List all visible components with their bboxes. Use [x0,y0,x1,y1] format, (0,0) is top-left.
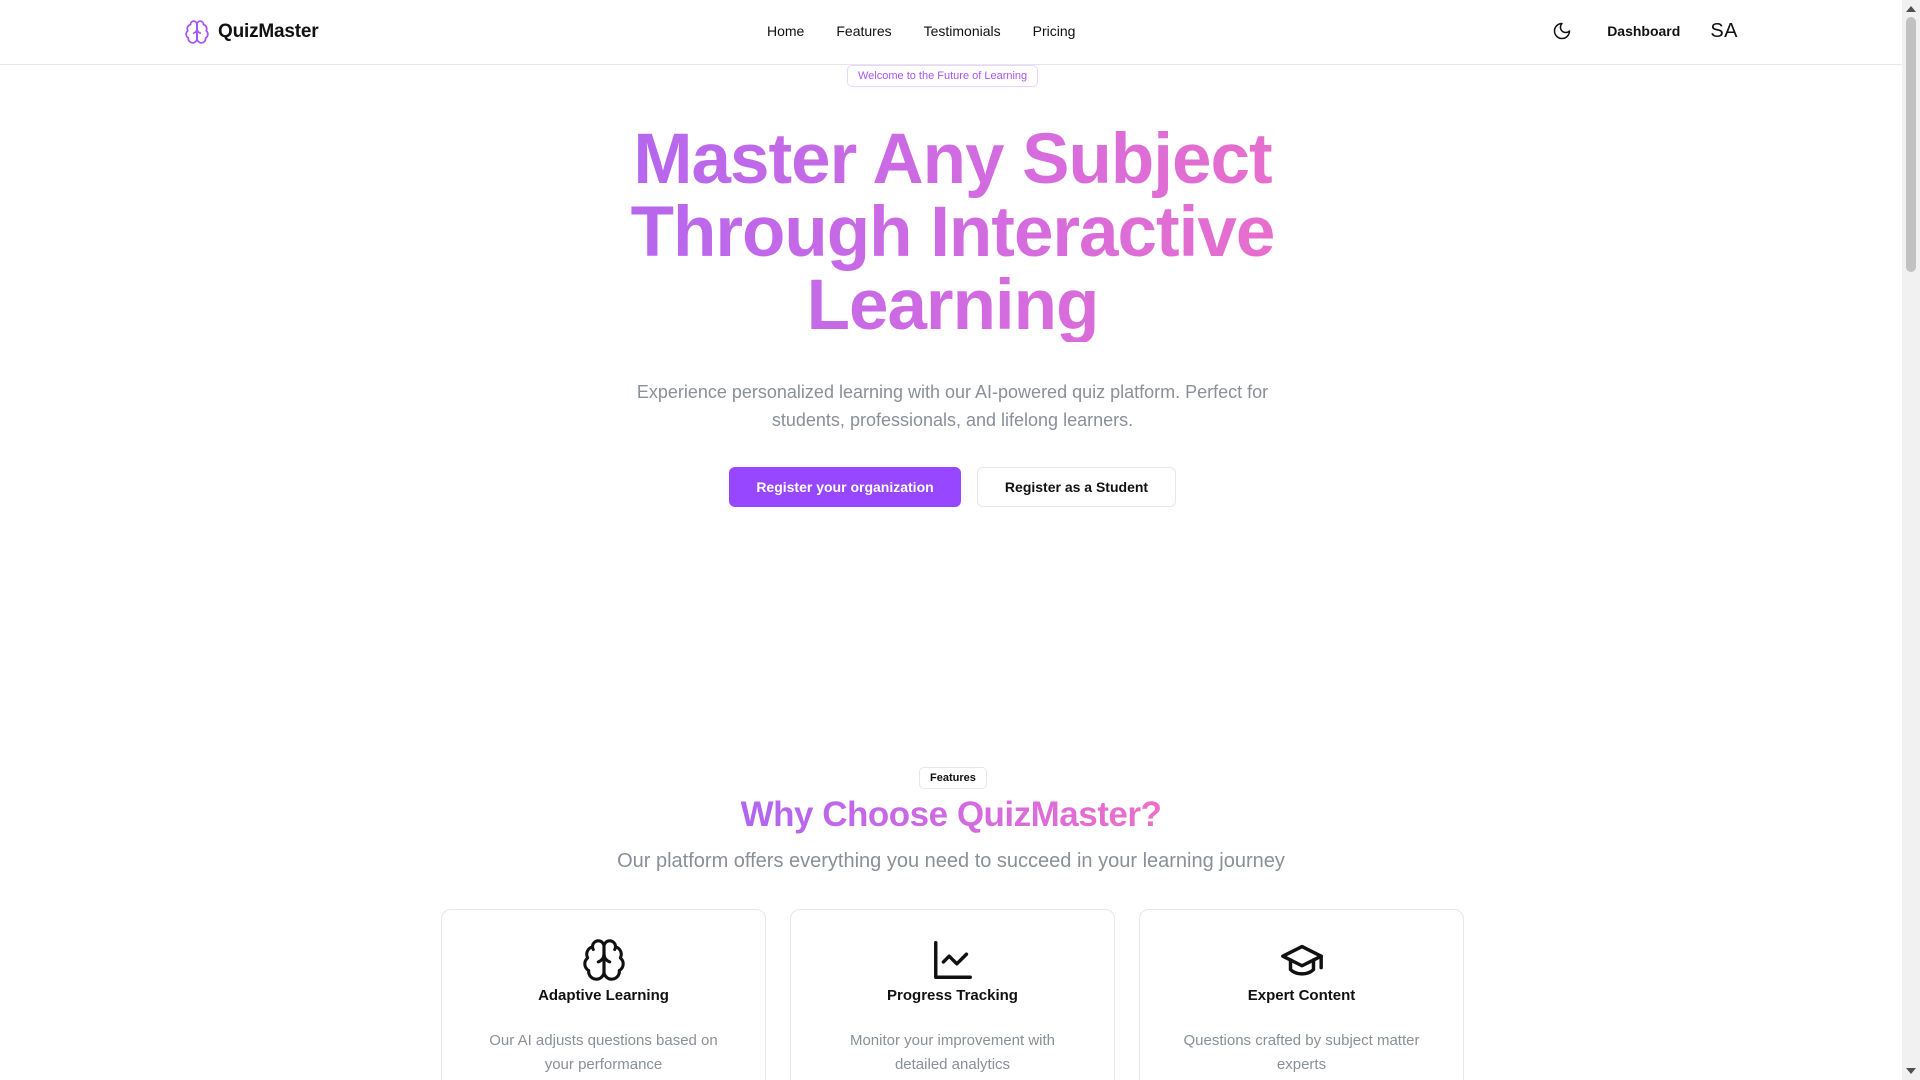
brain-icon [184,19,210,45]
feature-card-title: Expert Content [1247,987,1356,1004]
header-actions: Dashboard SA [1547,16,1738,46]
feature-card-description: Monitor your improvement with detailed a… [849,1032,1056,1073]
features-badge: Features [919,767,987,789]
brain-icon [582,939,625,981]
features-title-text: Why Choose QuizMaster? [740,795,1162,834]
theme-toggle-button[interactable] [1547,16,1577,46]
page: QuizMaster Home Features Testimonials Pr… [0,0,1902,1080]
hero-title-line: Learning [806,266,1099,345]
register-organization-button[interactable]: Register your organization [729,467,961,507]
line-chart-icon [933,941,972,979]
graduation-cap-icon [1280,944,1323,976]
feature-card-title: Progress Tracking [887,987,1018,1004]
features-subtitle: Our platform offers everything you need … [617,850,1285,872]
feature-card-description: Our AI adjusts questions based on your p… [489,1032,718,1073]
feature-card-title: Adaptive Learning [538,987,669,1004]
brand-name: QuizMaster [218,21,319,42]
feature-card-adaptive-learning: Adaptive Learning Our AI adjusts questio… [441,909,766,1080]
main-nav: Home Features Testimonials Pricing [767,23,1075,39]
moon-icon [1553,22,1571,40]
scroll-down-arrow[interactable] [1906,1068,1916,1074]
nav-link-pricing[interactable]: Pricing [1033,23,1076,39]
nav-link-features[interactable]: Features [836,23,891,39]
scroll-up-arrow[interactable] [1906,6,1916,12]
brand-logo[interactable]: QuizMaster [184,19,319,45]
nav-link-testimonials[interactable]: Testimonials [924,23,1001,39]
hero-subtitle: Experience personalized learning with ou… [636,382,1269,430]
top-navbar: QuizMaster Home Features Testimonials Pr… [0,0,1902,65]
scroll-thumb[interactable] [1906,17,1916,272]
hero-title-line: Through Interactive [630,193,1275,272]
feature-card-progress-tracking: Progress Tracking Monitor your improveme… [790,909,1115,1080]
hero-title-line: Master Any Subject [633,120,1272,199]
feature-card-description: Questions crafted by subject matter expe… [1183,1032,1420,1073]
hero-badge: Welcome to the Future of Learning [847,65,1039,87]
page-scrollbar[interactable] [1902,0,1920,1080]
dashboard-link[interactable]: Dashboard [1607,23,1680,39]
nav-link-home[interactable]: Home [767,23,804,39]
hero-title: Master Any Subject Through Interactive L… [560,123,1345,342]
register-student-button[interactable]: Register as a Student [977,467,1176,507]
features-title: Why Choose QuizMaster? [0,795,1902,835]
feature-card-expert-content: Expert Content Questions crafted by subj… [1139,909,1464,1080]
user-avatar[interactable]: SA [1710,20,1738,43]
